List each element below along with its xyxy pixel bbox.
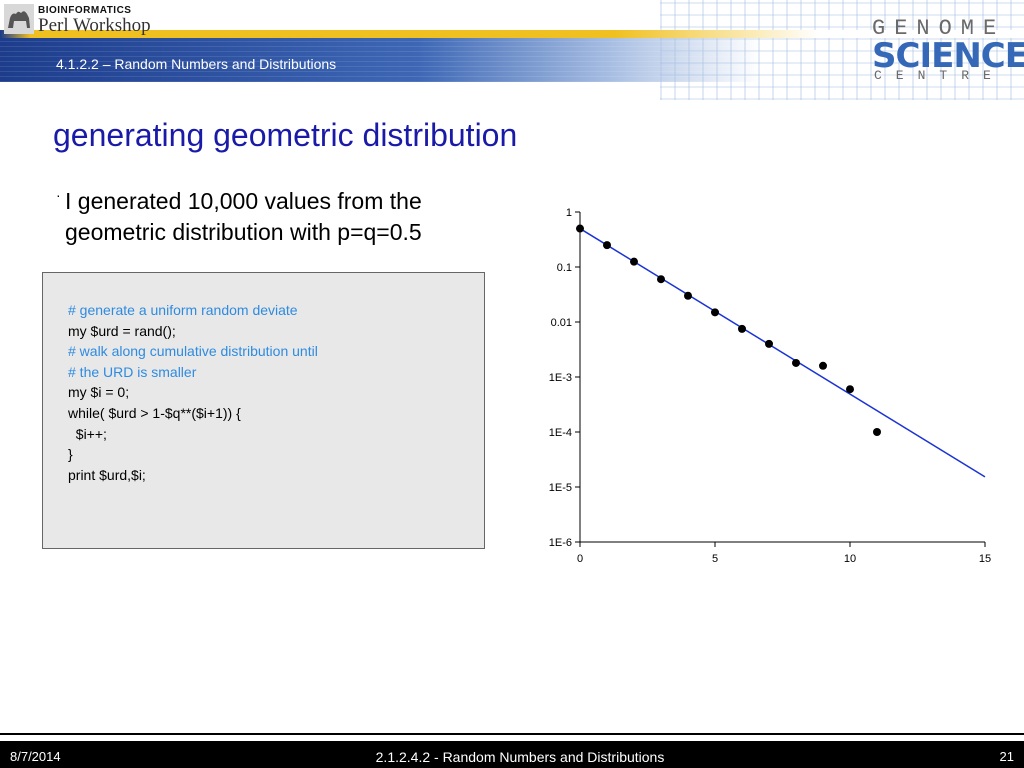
data-point bbox=[576, 224, 584, 233]
code-box: # generate a uniform random deviate my $… bbox=[42, 272, 485, 549]
data-point bbox=[792, 358, 800, 367]
y-tick-label: 1E-4 bbox=[549, 427, 572, 439]
bullet-point: · I generated 10,000 values from the geo… bbox=[56, 186, 476, 248]
code-line: } bbox=[68, 446, 73, 463]
footer-rule bbox=[0, 733, 1024, 735]
y-tick-label: 1E-5 bbox=[549, 482, 572, 494]
code-line: $i++; bbox=[68, 425, 107, 442]
slide-footer: 8/7/2014 2.1.2.4.2 - Random Numbers and … bbox=[0, 741, 1024, 768]
data-point bbox=[846, 385, 854, 394]
code-line: # the URD is smaller bbox=[68, 363, 197, 380]
camel-icon bbox=[4, 4, 34, 34]
perl-workshop-logo: BIOINFORMATICS Perl Workshop bbox=[2, 2, 172, 36]
x-tick-label: 5 bbox=[712, 553, 718, 565]
code-line: while( $urd > 1-$q**($i+1)) { bbox=[68, 404, 241, 421]
geometric-distribution-chart: 1 0.1 0.01 1E-3 1E-4 1E-5 1E-6 0 5 10 15 bbox=[549, 207, 991, 565]
y-tick-label: 1 bbox=[566, 207, 572, 219]
logo-perl-workshop-text: Perl Workshop bbox=[38, 15, 151, 36]
data-point bbox=[873, 428, 881, 436]
x-tick-label: 10 bbox=[844, 553, 856, 565]
x-tick-label: 0 bbox=[577, 553, 583, 565]
genome-sciences-centre-logo: GENOME SCIENCES CENTRE bbox=[872, 16, 1024, 86]
data-point bbox=[765, 339, 773, 348]
data-point bbox=[738, 324, 746, 333]
data-point bbox=[819, 361, 827, 370]
x-tick-label: 15 bbox=[979, 553, 991, 565]
y-tick-label: 1E-3 bbox=[549, 372, 572, 384]
slide-title: generating geometric distribution bbox=[53, 117, 518, 153]
data-point bbox=[684, 291, 692, 300]
fit-line bbox=[579, 227, 986, 478]
code-listing: # generate a uniform random deviate my $… bbox=[68, 300, 318, 485]
slide-header: BIOINFORMATICS Perl Workshop 4.1.2.2 – R… bbox=[0, 0, 1024, 100]
y-tick-label: 0.1 bbox=[557, 262, 572, 274]
y-tick-label: 1E-6 bbox=[549, 537, 572, 549]
data-point bbox=[711, 308, 719, 317]
data-point bbox=[657, 275, 665, 284]
code-line: # walk along cumulative distribution unt… bbox=[68, 343, 318, 360]
code-line: # generate a uniform random deviate bbox=[68, 302, 298, 318]
gsc-centre-text: CENTRE bbox=[874, 68, 1005, 83]
bullet-text: I generated 10,000 values from the geome… bbox=[65, 188, 422, 245]
footer-title: 2.1.2.4.2 - Random Numbers and Distribut… bbox=[375, 749, 665, 765]
code-line: my $urd = rand(); bbox=[68, 322, 176, 339]
data-point bbox=[630, 257, 638, 266]
y-tick-label: 0.01 bbox=[551, 317, 572, 329]
bullet-icon: · bbox=[56, 187, 61, 203]
footer-page-number: 21 bbox=[999, 749, 1014, 764]
code-line: print $urd,$i; bbox=[68, 466, 146, 483]
header-subtitle: 4.1.2.2 – Random Numbers and Distributio… bbox=[56, 56, 337, 72]
data-point bbox=[603, 241, 611, 250]
code-line: my $i = 0; bbox=[68, 384, 130, 401]
